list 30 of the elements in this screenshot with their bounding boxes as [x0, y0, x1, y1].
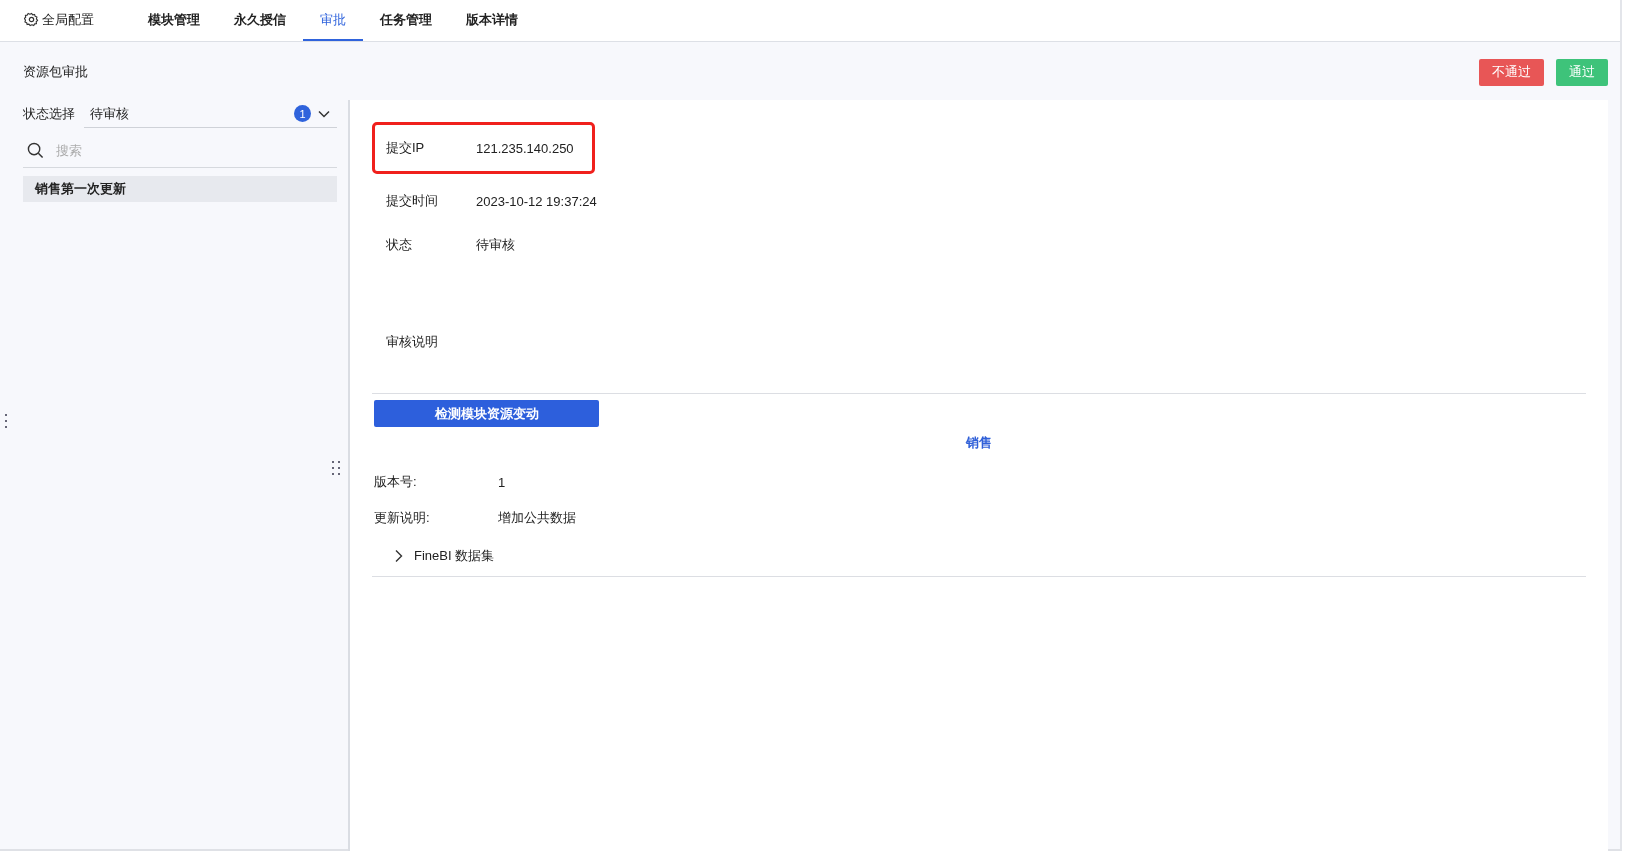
drag-handle-icon[interactable] [332, 461, 340, 475]
field-value: 1 [498, 474, 506, 490]
settings-icon [24, 12, 39, 27]
check-button[interactable]: 检测模块资源变动 [374, 400, 599, 427]
tab[interactable]: 审批 [303, 0, 363, 41]
page-title: 资源包审批 [23, 63, 88, 81]
list-item[interactable]: 销售第一次更新 [23, 176, 337, 202]
search-icon [27, 142, 44, 159]
tab[interactable]: 全局配置 [22, 0, 111, 41]
field-label: 版本号: [374, 473, 418, 491]
tree-node[interactable]: FineBI 数据集 [372, 536, 1586, 576]
field-label: 审核说明 [385, 333, 439, 351]
field-label: 更新说明: [374, 509, 431, 527]
tab[interactable]: 永久授信 [217, 0, 303, 41]
drag-handle-icon[interactable] [5, 414, 7, 428]
field-label: 提交时间 [386, 192, 439, 210]
field-value: 增加公共数据 [498, 509, 576, 527]
action-button[interactable]: 不通过 [1479, 58, 1544, 86]
module-link[interactable]: 销售 [966, 435, 992, 450]
field-value: 待审核 [476, 236, 515, 254]
tab[interactable]: 版本详情 [449, 0, 535, 41]
field-value: 2023-10-12 19:37:24 [476, 193, 597, 209]
status-label: 状态选择 [23, 105, 76, 123]
tab[interactable]: 模块管理 [131, 0, 217, 41]
field-value: 121.235.140.250 [476, 140, 574, 156]
status-select[interactable]: 待审核 1 [84, 100, 337, 128]
field-label: 提交IP [386, 139, 426, 157]
search-field[interactable]: 搜索 [54, 142, 337, 159]
field-label: 状态 [386, 236, 413, 254]
tab[interactable]: 任务管理 [363, 0, 449, 41]
